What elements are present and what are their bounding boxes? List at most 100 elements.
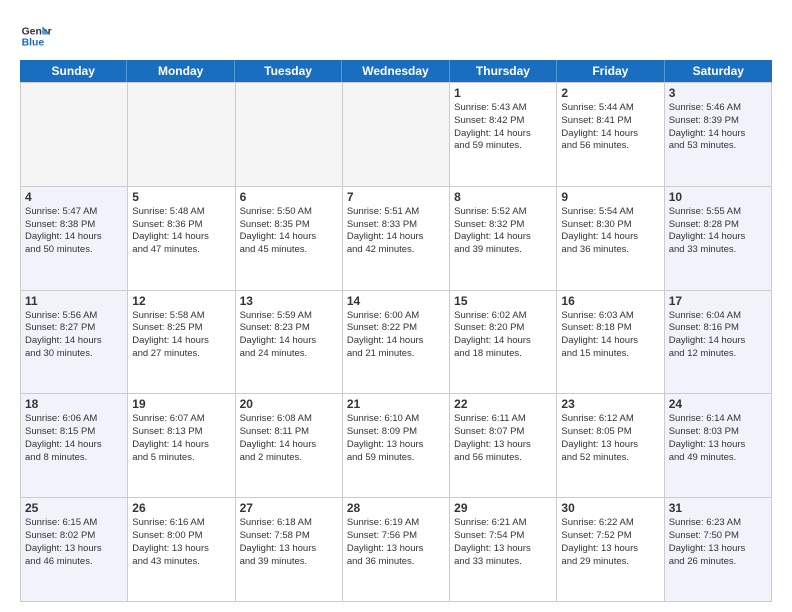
- day-of-week-monday: Monday: [127, 60, 234, 82]
- day-info: Sunrise: 6:19 AM Sunset: 7:56 PM Dayligh…: [347, 517, 445, 568]
- day-info: Sunrise: 6:22 AM Sunset: 7:52 PM Dayligh…: [561, 517, 659, 568]
- day-info: Sunrise: 5:50 AM Sunset: 8:35 PM Dayligh…: [240, 206, 338, 257]
- calendar-cell: 13Sunrise: 5:59 AM Sunset: 8:23 PM Dayli…: [236, 291, 343, 395]
- calendar-cell: 28Sunrise: 6:19 AM Sunset: 7:56 PM Dayli…: [343, 498, 450, 602]
- day-of-week-wednesday: Wednesday: [342, 60, 449, 82]
- calendar-cell: 7 Sunrise: 5:51 AM Sunset: 8:33 PM Daylig…: [343, 187, 450, 291]
- calendar-cell: 12 Sunrise: 5:58 AM Sunset: 8:25 PM Dayli…: [128, 291, 235, 395]
- logo: General Blue: [20, 20, 56, 52]
- day-info: Sunrise: 6:15 AM Sunset: 8:02 PM Dayligh…: [25, 517, 123, 568]
- calendar-cell: 15 Sunrise: 6:02 AM Sunset: 8:20 PM Dayli…: [450, 291, 557, 395]
- calendar-cell: [128, 83, 235, 187]
- day-info: Sunrise: 6:10 AM Sunset: 8:09 PM Dayligh…: [347, 413, 445, 464]
- day-info: Sunrise: 5:44 AM Sunset: 8:41 PM Dayligh…: [561, 102, 659, 153]
- day-info: Sunrise: 5:47 AM Sunset: 8:38 PM Dayligh…: [25, 206, 123, 257]
- day-info: Sunrise: 5:52 AM Sunset: 8:32 PM Dayligh…: [454, 206, 552, 257]
- day-info: Sunrise: 6:11 AM Sunset: 8:07 PM Dayligh…: [454, 413, 552, 464]
- day-number: 14: [347, 294, 445, 308]
- day-number: 15: [454, 294, 552, 308]
- day-info: Sunrise: 5:51 AM Sunset: 8:33 PM Dayligh…: [347, 206, 445, 257]
- day-info: Sunrise: 6:02 AM Sunset: 8:20 PM Dayligh…: [454, 310, 552, 361]
- day-info: Sunrise: 6:12 AM Sunset: 8:05 PM Dayligh…: [561, 413, 659, 464]
- day-of-week-thursday: Thursday: [450, 60, 557, 82]
- calendar-cell: 3 Sunrise: 5:46 AM Sunset: 8:39 PM Daylig…: [665, 83, 772, 187]
- day-number: 2: [561, 86, 659, 100]
- day-number: 19: [132, 397, 230, 411]
- day-number: 25: [25, 501, 123, 515]
- calendar-cell: 23 Sunrise: 6:12 AM Sunset: 8:05 PM Dayli…: [557, 394, 664, 498]
- calendar-cell: 4 Sunrise: 5:47 AM Sunset: 8:38 PM Daylig…: [21, 187, 128, 291]
- day-info: Sunrise: 6:21 AM Sunset: 7:54 PM Dayligh…: [454, 517, 552, 568]
- day-info: Sunrise: 5:58 AM Sunset: 8:25 PM Dayligh…: [132, 310, 230, 361]
- calendar-cell: 25 Sunrise: 6:15 AM Sunset: 8:02 PM Dayli…: [21, 498, 128, 602]
- calendar-cell: 27 Sunrise: 6:18 AM Sunset: 7:58 PM Dayli…: [236, 498, 343, 602]
- calendar-cell: [343, 83, 450, 187]
- day-info: Sunrise: 6:08 AM Sunset: 8:11 PM Dayligh…: [240, 413, 338, 464]
- svg-text:Blue: Blue: [22, 38, 45, 49]
- day-number: 18: [25, 397, 123, 411]
- day-info: Sunrise: 5:48 AM Sunset: 8:36 PM Dayligh…: [132, 206, 230, 257]
- day-number: 6: [240, 190, 338, 204]
- calendar-cell: 21 Sunrise: 6:10 AM Sunset: 8:09 PM Dayli…: [343, 394, 450, 498]
- calendar-cell: 9Sunrise: 5:54 AM Sunset: 8:30 PM Daylig…: [557, 187, 664, 291]
- calendar-cell: 16 Sunrise: 6:03 AM Sunset: 8:18 PM Dayli…: [557, 291, 664, 395]
- day-info: Sunrise: 6:06 AM Sunset: 8:15 PM Dayligh…: [25, 413, 123, 464]
- calendar-header: SundayMondayTuesdayWednesdayThursdayFrid…: [20, 60, 772, 82]
- day-of-week-tuesday: Tuesday: [235, 60, 342, 82]
- day-number: 11: [25, 294, 123, 308]
- day-number: 8: [454, 190, 552, 204]
- calendar-cell: 22 Sunrise: 6:11 AM Sunset: 8:07 PM Dayli…: [450, 394, 557, 498]
- day-info: Sunrise: 6:14 AM Sunset: 8:03 PM Dayligh…: [669, 413, 767, 464]
- day-info: Sunrise: 6:00 AM Sunset: 8:22 PM Dayligh…: [347, 310, 445, 361]
- day-number: 10: [669, 190, 767, 204]
- day-number: 24: [669, 397, 767, 411]
- calendar-cell: 26 Sunrise: 6:16 AM Sunset: 8:00 PM Dayli…: [128, 498, 235, 602]
- day-number: 4: [25, 190, 123, 204]
- day-info: Sunrise: 5:55 AM Sunset: 8:28 PM Dayligh…: [669, 206, 767, 257]
- day-number: 1: [454, 86, 552, 100]
- day-of-week-friday: Friday: [557, 60, 664, 82]
- day-info: Sunrise: 6:04 AM Sunset: 8:16 PM Dayligh…: [669, 310, 767, 361]
- day-number: 13: [240, 294, 338, 308]
- calendar-cell: 10 Sunrise: 5:55 AM Sunset: 8:28 PM Dayli…: [665, 187, 772, 291]
- calendar-cell: 18 Sunrise: 6:06 AM Sunset: 8:15 PM Dayli…: [21, 394, 128, 498]
- calendar-cell: 30 Sunrise: 6:22 AM Sunset: 7:52 PM Dayli…: [557, 498, 664, 602]
- day-number: 23: [561, 397, 659, 411]
- day-number: 9: [561, 190, 659, 204]
- header: General Blue: [20, 16, 772, 52]
- day-number: 3: [669, 86, 767, 100]
- day-info: Sunrise: 6:16 AM Sunset: 8:00 PM Dayligh…: [132, 517, 230, 568]
- page: General Blue SundayMondayTuesdayWednesda…: [0, 0, 792, 612]
- calendar-cell: 2 Sunrise: 5:44 AM Sunset: 8:41 PM Daylig…: [557, 83, 664, 187]
- calendar-cell: 11 Sunrise: 5:56 AM Sunset: 8:27 PM Dayli…: [21, 291, 128, 395]
- calendar-cell: 6 Sunrise: 5:50 AM Sunset: 8:35 PM Daylig…: [236, 187, 343, 291]
- day-number: 27: [240, 501, 338, 515]
- day-info: Sunrise: 6:18 AM Sunset: 7:58 PM Dayligh…: [240, 517, 338, 568]
- calendar-cell: [21, 83, 128, 187]
- logo-icon: General Blue: [20, 20, 52, 52]
- day-number: 22: [454, 397, 552, 411]
- day-of-week-saturday: Saturday: [665, 60, 772, 82]
- day-of-week-sunday: Sunday: [20, 60, 127, 82]
- day-number: 7: [347, 190, 445, 204]
- day-info: Sunrise: 6:03 AM Sunset: 8:18 PM Dayligh…: [561, 310, 659, 361]
- day-number: 31: [669, 501, 767, 515]
- day-number: 29: [454, 501, 552, 515]
- day-number: 20: [240, 397, 338, 411]
- day-number: 26: [132, 501, 230, 515]
- day-info: Sunrise: 6:07 AM Sunset: 8:13 PM Dayligh…: [132, 413, 230, 464]
- day-number: 5: [132, 190, 230, 204]
- calendar-cell: 24 Sunrise: 6:14 AM Sunset: 8:03 PM Dayli…: [665, 394, 772, 498]
- day-number: 17: [669, 294, 767, 308]
- calendar-cell: 8 Sunrise: 5:52 AM Sunset: 8:32 PM Daylig…: [450, 187, 557, 291]
- day-info: Sunrise: 5:56 AM Sunset: 8:27 PM Dayligh…: [25, 310, 123, 361]
- day-number: 30: [561, 501, 659, 515]
- day-info: Sunrise: 5:46 AM Sunset: 8:39 PM Dayligh…: [669, 102, 767, 153]
- day-number: 21: [347, 397, 445, 411]
- calendar-cell: 20 Sunrise: 6:08 AM Sunset: 8:11 PM Dayli…: [236, 394, 343, 498]
- calendar-cell: [236, 83, 343, 187]
- day-number: 12: [132, 294, 230, 308]
- day-number: 16: [561, 294, 659, 308]
- calendar-cell: 14 Sunrise: 6:00 AM Sunset: 8:22 PM Dayli…: [343, 291, 450, 395]
- day-info: Sunrise: 5:43 AM Sunset: 8:42 PM Dayligh…: [454, 102, 552, 153]
